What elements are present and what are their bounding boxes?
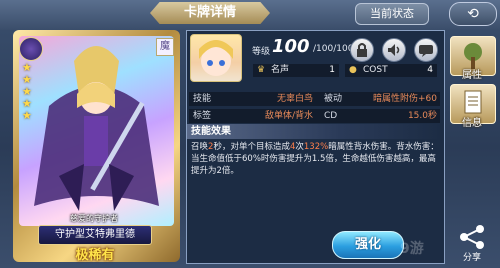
passive-value: 暗属性附伤+60: [373, 94, 437, 104]
tag-row: 标签 敌单体/背水 CD 15.0秒: [189, 109, 440, 123]
fame-stat: ♛ 名声 1: [253, 64, 339, 77]
tag-label: 标签: [193, 111, 212, 121]
level-label: 等级: [252, 47, 271, 57]
chat-button[interactable]: [414, 38, 438, 62]
card-artwork[interactable]: [19, 36, 174, 226]
enhance-button[interactable]: 强化: [332, 231, 404, 259]
lock-button[interactable]: [350, 38, 374, 62]
skill-desc-part: 召唤: [191, 142, 209, 152]
avatar-portrait: [199, 40, 233, 76]
passive-label: 被动: [324, 94, 343, 104]
share-icon: [460, 225, 484, 249]
speaker-icon: [388, 44, 400, 56]
crown-icon: ♛: [257, 65, 266, 75]
page-title: 卡牌详情: [150, 2, 270, 24]
info-label: 信息: [462, 118, 482, 129]
skill-desc-part: 秒，对单个目标造成: [213, 142, 290, 152]
skill-label: 技能: [193, 94, 212, 104]
share-button[interactable]: [452, 222, 492, 252]
card-name: 守护型艾特弗里德: [38, 225, 152, 245]
skill-effect-description: 召唤2秒，对单个目标造成4次132%暗属性背水伤害。背水伤害：当生命值低于60%…: [191, 141, 439, 177]
skill-desc-part: 次: [295, 142, 304, 152]
fame-label: 名声: [271, 65, 290, 75]
card-subtitle: 慈爱的守护者: [70, 214, 118, 223]
cost-label: COST: [363, 65, 388, 75]
character-illustration: [34, 46, 159, 211]
skill-row: 技能 无辜白鸟 被动 暗属性附伤+60: [189, 92, 440, 106]
weapon-type-icon: [19, 37, 43, 61]
level-max: /100/100: [313, 44, 354, 54]
current-state-button[interactable]: 当前状态: [355, 3, 429, 25]
cost-stat: ● COST 4: [345, 64, 437, 77]
cd-label: CD: [324, 111, 338, 121]
skill-effect-title: 技能效果: [191, 126, 231, 137]
tag-value: 敌单体/背水: [264, 111, 313, 121]
skill-value: 无辜白鸟: [276, 94, 313, 104]
cd-value: 15.0秒: [407, 111, 437, 121]
lock-icon: [357, 43, 367, 57]
coin-icon: ●: [349, 65, 357, 75]
skill-desc-highlight: 132%: [303, 142, 329, 152]
voice-button[interactable]: [382, 38, 406, 62]
share-label: 分享: [462, 253, 481, 263]
star-icon: ★: [22, 109, 32, 122]
attribute-label: 属性: [462, 70, 482, 81]
rarity-label: 极稀有: [75, 248, 115, 263]
fame-value: 1: [329, 65, 335, 75]
attribute-badge: 魔: [156, 38, 174, 56]
back-arrow-icon: ⟲: [467, 6, 479, 22]
back-button[interactable]: ⟲: [449, 2, 497, 26]
level-value: 100: [272, 36, 310, 57]
cost-value: 4: [427, 65, 433, 75]
avatar: [190, 34, 242, 82]
watermark: 9游: [400, 241, 424, 257]
chat-bubble-icon: [419, 45, 433, 57]
